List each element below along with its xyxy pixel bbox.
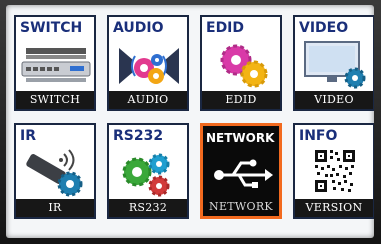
tile-header: INFO	[299, 128, 338, 144]
tile-header: VIDEO	[299, 20, 349, 36]
menu-grid: SWITCH SWITCH AUDIO AUDIO EDID EDID VIDE…	[14, 15, 374, 219]
tile-header: NETWORK	[206, 131, 275, 145]
qr-code-icon	[313, 148, 357, 194]
tile-header: IR	[20, 128, 36, 144]
tile-header: AUDIO	[113, 20, 164, 36]
rs232-gear-icon	[122, 153, 170, 197]
ir-remote-icon	[26, 149, 83, 197]
tile-label: VIDEO	[295, 91, 373, 109]
video-monitor-icon	[304, 41, 366, 89]
audio-gear-icon	[119, 48, 179, 84]
menu-tile-edid[interactable]: EDID EDID	[200, 15, 282, 111]
edid-gear-icon	[220, 44, 268, 88]
tile-label: IR	[16, 199, 94, 217]
tile-label: AUDIO	[109, 91, 187, 109]
tile-header: RS232	[113, 128, 164, 144]
tile-label: VERSION	[295, 199, 373, 217]
menu-tile-audio[interactable]: AUDIO AUDIO	[107, 15, 189, 111]
tile-header: EDID	[206, 20, 245, 36]
menu-tile-info[interactable]: INFO VERSION	[293, 123, 374, 219]
lcd-screen: SWITCH SWITCH AUDIO AUDIO EDID EDID VIDE…	[6, 5, 374, 238]
menu-tile-rs232[interactable]: RS232 RS232	[107, 123, 189, 219]
switch-icon	[21, 48, 91, 82]
menu-tile-network[interactable]: NETWORK NETWORK	[200, 123, 282, 219]
tile-header: SWITCH	[20, 20, 83, 36]
tile-label: NETWORK	[203, 198, 279, 216]
menu-tile-video[interactable]: VIDEO VIDEO	[293, 15, 374, 111]
tile-label: EDID	[202, 91, 280, 109]
menu-tile-ir[interactable]: IR IR	[14, 123, 96, 219]
menu-tile-switch[interactable]: SWITCH SWITCH	[14, 15, 96, 111]
tile-label: RS232	[109, 199, 187, 217]
tile-label: SWITCH	[16, 91, 94, 109]
usb-network-icon	[214, 159, 273, 188]
